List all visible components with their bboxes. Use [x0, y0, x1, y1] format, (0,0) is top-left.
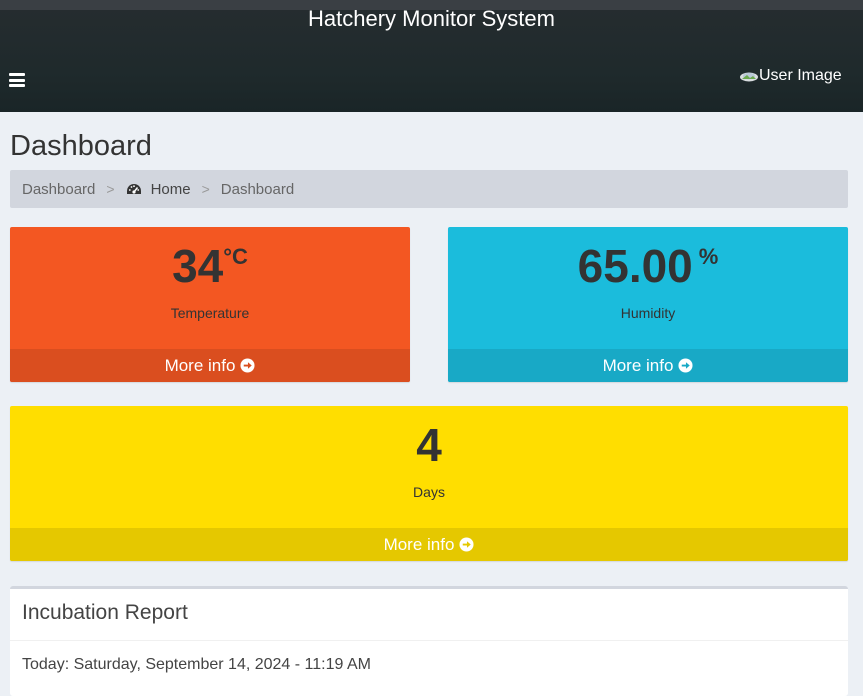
- page-title: Dashboard: [10, 130, 152, 162]
- broken-image-icon: [740, 72, 758, 82]
- temperature-more-info-link[interactable]: More info: [10, 349, 410, 382]
- humidity-value: 65.00: [577, 240, 693, 292]
- hamburger-menu-icon[interactable]: [9, 73, 25, 87]
- temperature-value-block: 34°C: [10, 239, 410, 293]
- breadcrumb: Dashboard > Home > Dashboard: [10, 170, 848, 208]
- humidity-card: 65.00% Humidity More info: [448, 227, 848, 382]
- temperature-unit: °C: [223, 244, 248, 269]
- report-divider: [10, 640, 848, 641]
- temperature-label: Temperature: [170, 305, 250, 321]
- arrow-circle-right-icon: [459, 537, 474, 552]
- more-info-label: More info: [602, 355, 674, 375]
- breadcrumb-item-home[interactable]: Home: [126, 181, 191, 198]
- days-card: 4 Days More info: [10, 406, 848, 561]
- app-title: Hatchery Monitor System: [308, 6, 555, 31]
- more-info-label: More info: [383, 534, 455, 554]
- humidity-more-info-link[interactable]: More info: [448, 349, 848, 382]
- user-image-alt-text: User Image: [759, 67, 842, 84]
- days-value: 4: [416, 419, 442, 471]
- breadcrumb-separator: >: [201, 181, 210, 197]
- arrow-circle-right-icon: [678, 358, 693, 373]
- temperature-card: 34°C Temperature More info: [10, 227, 410, 382]
- main-header: Hatchery Monitor System User Image: [0, 6, 863, 112]
- breadcrumb-home-label: Home: [150, 180, 191, 198]
- arrow-circle-right-icon: [240, 358, 255, 373]
- user-image[interactable]: User Image: [739, 66, 863, 86]
- report-title: Incubation Report: [22, 601, 188, 624]
- humidity-value-block: 65.00%: [448, 239, 848, 293]
- breadcrumb-item-current: Dashboard: [220, 180, 295, 198]
- temperature-value: 34: [172, 240, 224, 292]
- humidity-label: Humidity: [620, 305, 676, 321]
- breadcrumb-item-dashboard[interactable]: Dashboard: [22, 181, 95, 198]
- breadcrumb-separator: >: [106, 181, 115, 197]
- days-more-info-link[interactable]: More info: [10, 528, 848, 561]
- days-label: Days: [413, 484, 445, 500]
- report-today-text: Today: Saturday, September 14, 2024 - 11…: [22, 656, 371, 673]
- incubation-report-panel: Incubation Report Today: Saturday, Septe…: [10, 586, 848, 696]
- more-info-label: More info: [164, 355, 236, 375]
- humidity-unit: %: [698, 244, 719, 269]
- dashboard-gauge-icon: [126, 183, 141, 194]
